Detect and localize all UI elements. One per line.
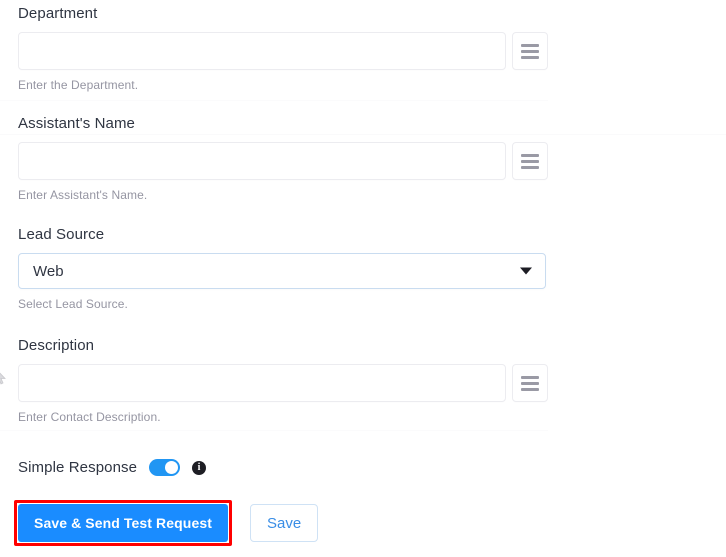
hamburger-bar: [521, 387, 539, 391]
description-input[interactable]: [18, 364, 506, 402]
hamburger-bar: [521, 165, 539, 169]
toggle-knob: [165, 461, 179, 474]
field-helper-description: Enter Contact Description.: [18, 410, 161, 424]
lead-source-select-wrap: Web: [18, 253, 546, 289]
input-row-department: [18, 32, 548, 70]
field-lead-source: Lead Source Web Select Lead Source.: [18, 226, 548, 311]
field-helper-department: Enter the Department.: [18, 78, 139, 92]
hamburger-icon-department[interactable]: [512, 32, 548, 70]
lead-source-selected-value: Web: [33, 262, 64, 280]
contact-form: Department Enter the Department. Assista…: [0, 0, 726, 557]
field-label-department: Department: [18, 5, 98, 22]
field-label-description: Description: [18, 337, 95, 354]
hamburger-bar: [521, 159, 539, 163]
assistants-name-input[interactable]: [18, 142, 506, 180]
hamburger-bar: [521, 49, 539, 53]
hamburger-bar: [521, 375, 539, 379]
form-actions: Save & Send Test Request Save: [14, 500, 319, 546]
simple-response-row: Simple Response i: [18, 459, 207, 476]
hamburger-bar: [521, 381, 539, 385]
field-department: Department Enter the Department.: [18, 5, 548, 92]
hamburger-bar: [521, 153, 539, 157]
save-button[interactable]: Save: [249, 504, 319, 542]
field-label-assistants-name: Assistant's Name: [18, 115, 136, 132]
department-input[interactable]: [18, 32, 506, 70]
field-helper-assistants-name: Enter Assistant's Name.: [18, 188, 148, 202]
primary-button-wrap: Save & Send Test Request: [14, 500, 232, 546]
lead-source-select[interactable]: Web: [18, 253, 546, 289]
field-label-lead-source: Lead Source: [18, 226, 105, 243]
info-icon[interactable]: i: [192, 460, 207, 475]
simple-response-toggle[interactable]: [149, 459, 181, 476]
input-row-description: [18, 364, 548, 402]
hamburger-bar: [521, 55, 539, 59]
field-assistants-name: Assistant's Name Enter Assistant's Name.: [18, 115, 548, 202]
input-row-assistants-name: [18, 142, 548, 180]
hamburger-icon-description[interactable]: [512, 364, 548, 402]
mouse-cursor-icon: [0, 372, 6, 385]
hamburger-bar: [521, 43, 539, 47]
field-helper-lead-source: Select Lead Source.: [18, 297, 128, 311]
save-and-send-test-request-button[interactable]: Save & Send Test Request: [18, 504, 228, 542]
section-divider: [0, 100, 548, 101]
hamburger-icon-assistants-name[interactable]: [512, 142, 548, 180]
simple-response-label: Simple Response: [18, 459, 138, 476]
field-description: Description Enter Contact Description.: [18, 337, 548, 424]
section-divider: [0, 430, 548, 431]
